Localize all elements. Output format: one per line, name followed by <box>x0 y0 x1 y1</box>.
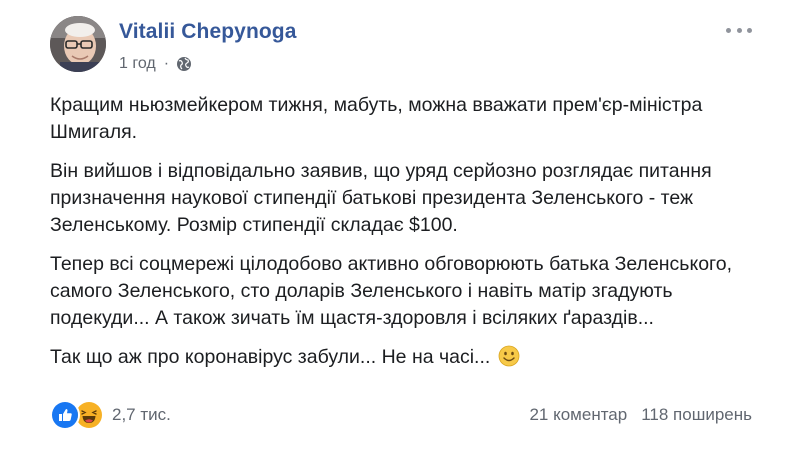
post-meta: 1 год · <box>119 54 192 74</box>
post-paragraph: Тепер всі соцмережі цілодобово активно о… <box>50 253 733 329</box>
post-timestamp[interactable]: 1 год <box>119 55 156 73</box>
like-reaction-icon <box>50 400 80 430</box>
post-body: Кращим ньюзмейкером тижня, мабуть, можна… <box>50 92 760 383</box>
smile-emoji-icon <box>498 345 520 367</box>
reactions-summary[interactable]: 2,7 тис. <box>50 400 171 430</box>
facebook-post: Vitalii Chepynoga 1 год · Кращим ньюзмей… <box>0 0 800 450</box>
meta-separator: · <box>163 55 170 72</box>
avatar-photo <box>50 16 106 72</box>
post-footer: 2,7 тис. 21 коментар 118 поширень <box>50 400 752 430</box>
author-avatar[interactable] <box>50 16 106 72</box>
post-paragraph: Він вийшов і відповідально заявив, що ур… <box>50 160 712 236</box>
more-options-icon[interactable] <box>726 22 752 38</box>
shares-count-link[interactable]: 118 поширень <box>641 405 752 425</box>
comments-count-link[interactable]: 21 коментар <box>529 405 627 425</box>
post-paragraph: Кращим ньюзмейкером тижня, мабуть, можна… <box>50 94 703 143</box>
author-name-link[interactable]: Vitalii Chepynoga <box>119 20 297 44</box>
post-paragraph-text: Так що аж про коронавірус забули... Не н… <box>50 346 491 368</box>
reaction-count[interactable]: 2,7 тис. <box>112 405 171 425</box>
post-paragraph-last: Так що аж про коронавірус забули... Не н… <box>50 344 760 371</box>
globe-icon[interactable] <box>176 56 192 72</box>
